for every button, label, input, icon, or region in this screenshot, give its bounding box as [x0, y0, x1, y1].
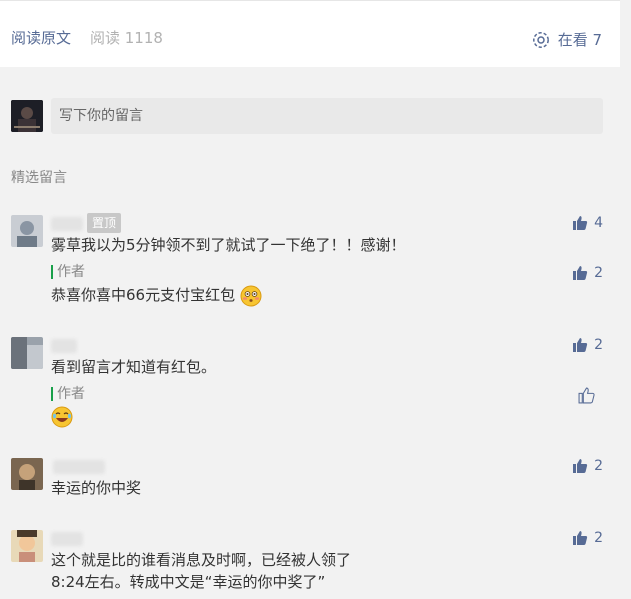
like-button[interactable]: 2 [572, 337, 603, 353]
thumb-up-icon [573, 266, 588, 280]
like-count: 2 [594, 458, 603, 474]
comment-text-line1: 这个就是比的谁看消息及时啊，已经被人领了 [51, 551, 352, 569]
commenter-nickname [53, 460, 105, 474]
author-reply-label: 作者 [51, 265, 85, 279]
commenter-avatar [11, 337, 43, 369]
user-avatar [11, 100, 43, 132]
watching-button[interactable]: 在看 7 [532, 29, 602, 50]
comment-input[interactable]: 写下你的留言 [51, 98, 603, 134]
article-footer-bar: 阅读原文 阅读 1118 在看 7 [0, 0, 620, 67]
comment-text: 雾草我以为5分钟领不到了就试了一下绝了！！感谢！ [51, 236, 406, 254]
like-count: 4 [594, 215, 603, 231]
featured-comments-title: 精选留言 [11, 170, 67, 186]
thumb-up-icon [573, 459, 588, 473]
like-button[interactable]: 2 [572, 530, 603, 546]
comment-text: 看到留言才知道有红包。 [51, 358, 217, 376]
blush-emoji-icon [240, 285, 262, 306]
author-reply-text: 恭喜你喜中66元支付宝红包 [51, 284, 262, 307]
reply-like-count: 2 [594, 265, 603, 281]
like-button[interactable]: 2 [572, 458, 603, 474]
thumb-up-icon [578, 387, 595, 404]
comment-text: 幸运的你中奖 [51, 479, 142, 497]
like-count: 2 [594, 530, 603, 546]
thumb-up-icon [573, 216, 588, 230]
reply-like-button[interactable] [578, 387, 601, 404]
watching-label: 在看 7 [557, 31, 602, 49]
like-count: 2 [594, 337, 603, 353]
commenter-avatar [11, 458, 43, 490]
like-button[interactable]: 4 [572, 215, 603, 231]
thumb-up-icon [573, 531, 588, 545]
author-reply-text [51, 405, 73, 428]
comment-composer: 写下你的留言 [11, 98, 603, 134]
laugh-emoji-icon [51, 406, 73, 427]
thumb-up-icon [573, 338, 588, 352]
read-original-link[interactable]: 阅读原文 [11, 27, 71, 48]
gear-icon [532, 31, 549, 48]
pinned-badge: 置顶 [87, 213, 122, 233]
author-reply-text-content: 恭喜你喜中66元支付宝红包 [51, 286, 236, 304]
read-count: 阅读 1118 [90, 29, 163, 47]
commenter-nickname [51, 339, 77, 353]
commenter-nickname [51, 217, 83, 231]
comment-text-line2: 8:24左右。转成中文是“幸运的你中奖了” [51, 573, 326, 591]
commenter-avatar [11, 215, 43, 247]
commenter-avatar [11, 530, 43, 562]
reply-like-button[interactable]: 2 [572, 265, 603, 281]
commenter-nickname [51, 532, 83, 546]
author-reply-label: 作者 [51, 387, 85, 401]
